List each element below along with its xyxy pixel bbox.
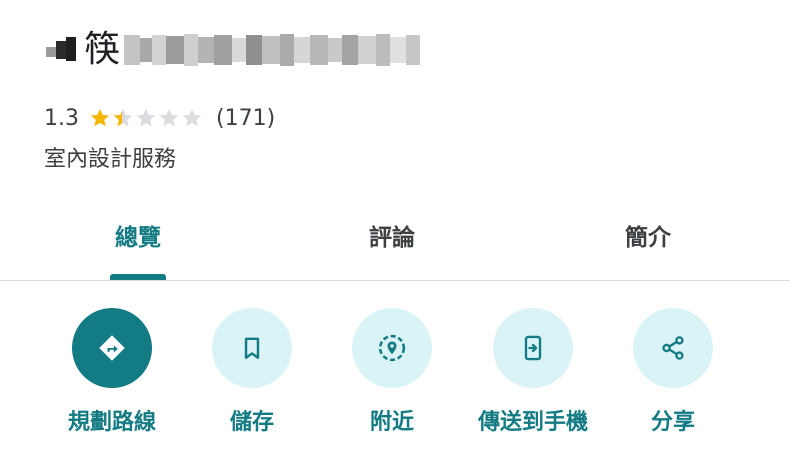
action-buttons: 規劃路線 儲存 附近 傳送到手機 分享 xyxy=(0,280,790,456)
nearby-circle[interactable] xyxy=(352,308,432,388)
bookmark-icon xyxy=(244,337,260,359)
pixelated-title-fragment xyxy=(44,35,80,65)
nearby-button[interactable]: 附近 xyxy=(317,308,467,436)
star-icon-empty xyxy=(136,108,156,127)
share-circle[interactable] xyxy=(633,308,713,388)
tab-bar: 總覽 評論 簡介 xyxy=(0,198,790,281)
save-circle[interactable] xyxy=(212,308,292,388)
tab-about[interactable]: 簡介 xyxy=(538,218,758,252)
star-icon-filled xyxy=(90,108,110,127)
rating-value: 1.3 xyxy=(44,105,79,131)
save-button[interactable]: 儲存 xyxy=(177,308,327,436)
pixelated-title xyxy=(124,28,421,72)
nearby-icon xyxy=(378,334,406,362)
tab-reviews[interactable]: 評論 xyxy=(282,218,502,252)
share-icon xyxy=(662,336,684,360)
nearby-label: 附近 xyxy=(369,410,414,435)
title-visible-char: 筷 xyxy=(84,29,121,70)
directions-label: 規劃路線 xyxy=(67,410,156,435)
place-category: 室內設計服務 xyxy=(44,147,177,172)
send-to-phone-label: 傳送到手機 xyxy=(477,410,588,435)
star-icon-empty xyxy=(182,108,202,127)
star-icon-half xyxy=(113,108,133,127)
directions-circle[interactable] xyxy=(72,308,152,388)
save-label: 儲存 xyxy=(229,410,274,435)
share-button[interactable]: 分享 xyxy=(598,308,748,436)
send-to-phone-button[interactable]: 傳送到手機 xyxy=(458,308,608,436)
star-rating xyxy=(89,107,204,129)
review-count[interactable]: (171) xyxy=(216,106,275,131)
star-icon-empty xyxy=(159,108,179,127)
send-to-phone-circle[interactable] xyxy=(493,308,573,388)
directions-icon xyxy=(99,335,125,361)
share-label: 分享 xyxy=(650,410,695,435)
tab-overview[interactable]: 總覽 xyxy=(28,218,248,252)
place-title: 筷 xyxy=(44,24,421,76)
rating-row: 1.3 (171) xyxy=(44,100,275,136)
directions-button[interactable]: 規劃路線 xyxy=(37,308,187,436)
send-to-phone-icon xyxy=(524,335,542,361)
